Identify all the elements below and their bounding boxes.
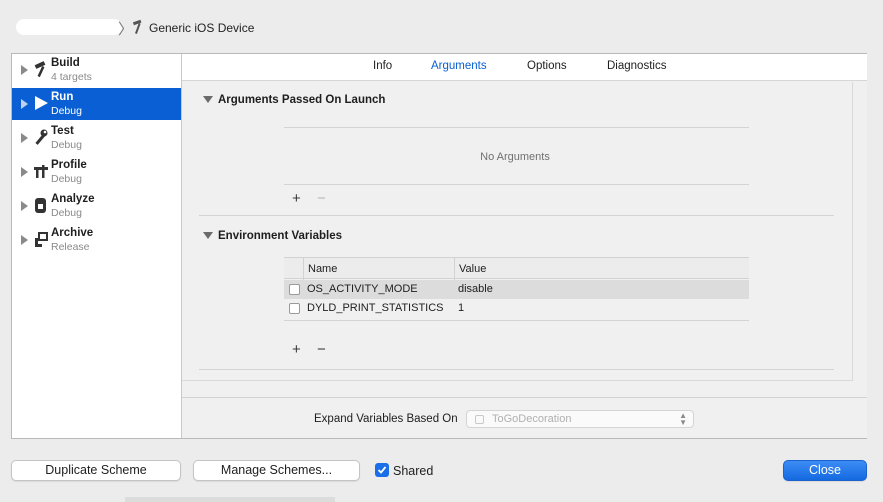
- expand-variables-popup[interactable]: ToGoDecoration ▲ ▼: [466, 410, 694, 428]
- expand-variables-label: Expand Variables Based On: [314, 413, 458, 425]
- hammer-icon: [34, 61, 46, 78]
- scheme-bar: 〉 Generic iOS Device: [0, 0, 883, 52]
- close-button[interactable]: Close: [783, 460, 867, 481]
- table-row[interactable]: DYLD_PRINT_STATISTICS 1: [284, 299, 749, 318]
- checkmark-icon: [377, 466, 387, 474]
- popup-arrows-icon: ▲ ▼: [679, 411, 687, 427]
- sidebar-item-archive[interactable]: Archive Release: [12, 224, 181, 256]
- environment-table: Name Value OS_ACTIVITY_MODE disable DYLD…: [284, 257, 749, 319]
- tab-arguments[interactable]: Arguments: [431, 60, 487, 72]
- wrench-icon: [35, 129, 48, 145]
- divider: [284, 127, 749, 128]
- remove-argument-button[interactable]: −: [317, 191, 326, 206]
- section-divider: [199, 215, 834, 216]
- action-sidebar: Build 4 targets Run Debug Test Debug Pro…: [12, 54, 182, 438]
- sidebar-item-subtitle: 4 targets: [51, 71, 92, 83]
- row-enabled-checkbox[interactable]: [289, 284, 300, 295]
- expand-variables-value: ToGoDecoration: [492, 413, 572, 425]
- sidebar-item-profile[interactable]: Profile Debug: [12, 156, 181, 188]
- action-content: Info Arguments Options Diagnostics Argum…: [182, 54, 867, 438]
- sidebar-item-label: Run: [51, 91, 74, 103]
- environment-disclosure-icon[interactable]: [203, 232, 213, 239]
- arguments-section-title: Arguments Passed On Launch: [218, 94, 386, 106]
- env-var-name[interactable]: OS_ACTIVITY_MODE: [307, 283, 418, 295]
- tab-info[interactable]: Info: [373, 60, 392, 72]
- no-arguments-text: No Arguments: [480, 151, 550, 163]
- sidebar-item-label: Archive: [51, 227, 94, 239]
- divider: [284, 320, 749, 321]
- expand-variables-row: Expand Variables Based On ToGoDecoration…: [182, 397, 867, 438]
- table-header: Name Value: [284, 257, 749, 280]
- env-var-value[interactable]: 1: [458, 302, 464, 314]
- row-enabled-checkbox[interactable]: [289, 303, 300, 314]
- env-var-name[interactable]: DYLD_PRINT_STATISTICS: [307, 302, 444, 314]
- sidebar-item-subtitle: Debug: [51, 139, 82, 151]
- table-row[interactable]: OS_ACTIVITY_MODE disable: [284, 280, 749, 299]
- disclosure-triangle-icon[interactable]: [21, 167, 28, 177]
- sidebar-item-run[interactable]: Run Debug: [12, 88, 181, 120]
- sidebar-item-test[interactable]: Test Debug: [12, 122, 181, 154]
- scheme-editor-frame: Build 4 targets Run Debug Test Debug Pro…: [11, 53, 867, 439]
- sidebar-item-analyze[interactable]: Analyze Debug: [12, 190, 181, 222]
- sidebar-item-subtitle: Debug: [51, 207, 82, 219]
- tab-bar: Info Arguments Options Diagnostics: [182, 54, 867, 81]
- disclosure-triangle-icon[interactable]: [21, 99, 28, 109]
- arguments-panel: Arguments Passed On Launch No Arguments …: [182, 82, 853, 381]
- sidebar-item-subtitle: Debug: [51, 105, 82, 117]
- sidebar-item-subtitle: Release: [51, 241, 90, 253]
- env-var-value[interactable]: disable: [458, 283, 493, 295]
- tab-diagnostics[interactable]: Diagnostics: [607, 60, 666, 72]
- disclosure-triangle-icon[interactable]: [21, 65, 28, 75]
- column-header-name[interactable]: Name: [308, 263, 337, 275]
- column-divider: [454, 258, 455, 280]
- scheme-name-redacted[interactable]: [16, 19, 122, 35]
- sidebar-item-build[interactable]: Build 4 targets: [12, 54, 181, 86]
- sidebar-item-label: Analyze: [51, 193, 95, 205]
- shared-label[interactable]: Shared: [393, 464, 433, 478]
- disclosure-triangle-icon[interactable]: [21, 133, 28, 143]
- environment-section-title: Environment Variables: [218, 230, 342, 242]
- column-divider: [303, 258, 304, 280]
- divider: [284, 184, 749, 185]
- analyze-icon: [35, 198, 46, 213]
- disclosure-triangle-icon[interactable]: [21, 235, 28, 245]
- remove-env-var-button[interactable]: −: [317, 342, 326, 357]
- section-divider: [199, 369, 834, 370]
- destination-label[interactable]: Generic iOS Device: [149, 21, 254, 35]
- add-argument-button[interactable]: +: [292, 191, 301, 206]
- play-icon: [35, 96, 48, 110]
- hammer-icon: [132, 19, 142, 34]
- add-env-var-button[interactable]: +: [292, 342, 301, 357]
- arguments-disclosure-icon[interactable]: [203, 96, 213, 103]
- sidebar-item-subtitle: Debug: [51, 173, 82, 185]
- archive-icon: [35, 232, 48, 247]
- column-header-value[interactable]: Value: [459, 263, 486, 275]
- profile-icon: [34, 165, 48, 178]
- sidebar-item-label: Build: [51, 57, 80, 69]
- manage-schemes-button[interactable]: Manage Schemes...: [193, 460, 360, 481]
- target-icon: [475, 415, 484, 424]
- sidebar-item-label: Test: [51, 125, 74, 137]
- sidebar-item-label: Profile: [51, 159, 87, 171]
- shared-checkbox[interactable]: [375, 463, 389, 477]
- disclosure-triangle-icon[interactable]: [21, 201, 28, 211]
- tab-options[interactable]: Options: [527, 60, 567, 72]
- duplicate-scheme-button[interactable]: Duplicate Scheme: [11, 460, 181, 481]
- cropped-edge: [125, 497, 335, 502]
